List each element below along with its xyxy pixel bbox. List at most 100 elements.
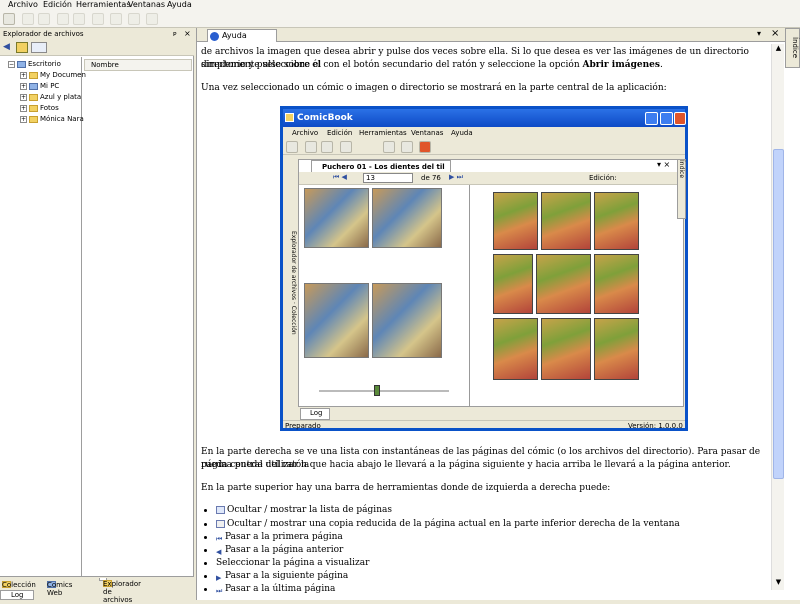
- file-list: Nombre: [84, 57, 194, 576]
- first-page-icon: ⏮: [216, 534, 223, 543]
- paragraph-line: directorio y pulse sobre él con el botón…: [201, 60, 663, 70]
- paragraph: En la parte superior hay una barra de he…: [201, 483, 611, 493]
- paste-icon[interactable]: [128, 13, 140, 25]
- delete-icon[interactable]: [146, 13, 158, 25]
- list-item: ▶ Pasar a la siguiente página: [204, 570, 756, 583]
- left-panel-tabs: Colección Comics Web Explorador de archi…: [0, 576, 194, 604]
- page-thumbnail: [304, 188, 369, 248]
- comic-panel: [536, 254, 591, 314]
- help-icon: [210, 32, 219, 41]
- menu-ventanas[interactable]: Ventanas: [128, 0, 165, 10]
- expand-icon[interactable]: +: [20, 115, 27, 123]
- open-icon: [305, 141, 317, 153]
- page-thumbnail: [372, 283, 442, 358]
- comic-panel: [493, 318, 538, 380]
- print-icon[interactable]: [57, 13, 69, 25]
- version-text: Versión: 1.0.0.0: [628, 422, 683, 430]
- maximize-icon: [660, 112, 673, 125]
- tree-node-monica-nara[interactable]: + Mónica Nara: [20, 114, 84, 124]
- comic-panel: [594, 318, 639, 380]
- comic-panel: [541, 318, 591, 380]
- dropdown-icon: ▾ ×: [657, 160, 671, 169]
- pin-icon[interactable]: ᴘ: [173, 30, 177, 38]
- list-item: ⏮ Pasar a la primera página: [204, 531, 756, 544]
- scrollbar[interactable]: ▲ ▼: [771, 44, 784, 590]
- expand-icon[interactable]: +: [20, 104, 27, 112]
- cut-icon: [383, 141, 395, 153]
- tree-node-azul-y-plata[interactable]: + Azul y plata: [20, 92, 81, 102]
- open-icon[interactable]: [22, 13, 34, 25]
- menu-item: Ayuda: [451, 129, 473, 137]
- embedded-toolbar: [283, 140, 685, 155]
- menu-archivo[interactable]: Archivo: [8, 0, 38, 10]
- next-page-icon: ▶: [216, 573, 222, 582]
- preview-icon[interactable]: [73, 13, 85, 25]
- status-bar: Preparado Versión: 1.0.0.0: [283, 420, 685, 431]
- new-icon: [286, 141, 298, 153]
- cut-icon[interactable]: [92, 13, 104, 25]
- window-title: ComicBook: [283, 109, 686, 127]
- app-icon: [285, 113, 294, 122]
- tab-ayuda[interactable]: Ayuda: [207, 29, 277, 42]
- tree-node-mi-pc[interactable]: + Mi PC: [20, 81, 59, 91]
- log-tab[interactable]: Log: [0, 590, 34, 600]
- close-icon[interactable]: ×: [771, 28, 779, 39]
- panel-title: Explorador de archivos: [0, 28, 194, 40]
- menu-bar: Archivo Edición Herramientas Ventanas Ay…: [0, 0, 800, 11]
- tree-node-escritorio[interactable]: − Escritorio: [8, 59, 61, 69]
- embedded-log-tab: Log: [300, 408, 330, 420]
- desktop-icon: [17, 60, 26, 68]
- new-icon[interactable]: [3, 13, 15, 25]
- save-icon: [321, 141, 333, 153]
- folder-icon: [29, 71, 38, 79]
- explorer-toolbar: ◀: [0, 40, 194, 56]
- comic-panel: [541, 192, 591, 250]
- minimize-icon: [645, 112, 658, 125]
- expand-icon[interactable]: +: [20, 71, 27, 79]
- view-menu-icon[interactable]: [31, 42, 47, 53]
- list-item: Ocultar / mostrar la lista de páginas: [204, 504, 756, 517]
- back-arrow-icon[interactable]: ◀: [3, 42, 10, 52]
- previous-page-icon: ◀: [216, 547, 222, 556]
- column-header-nombre[interactable]: Nombre: [84, 59, 192, 71]
- copy-icon[interactable]: [110, 13, 122, 25]
- document-toolbar: ⏮ ◀ 13 de 76 ▶ ⏭ Edición:: [299, 172, 683, 185]
- thumbnail-list: [304, 188, 454, 383]
- embedded-index-tab: Índice: [677, 159, 686, 219]
- close-icon[interactable]: ×: [184, 29, 191, 38]
- zoom-slider: [319, 390, 449, 392]
- menu-herramientas[interactable]: Herramientas: [76, 0, 131, 10]
- tree-node-fotos[interactable]: + Fotos: [20, 103, 59, 113]
- collapse-icon[interactable]: −: [8, 60, 15, 68]
- scroll-thumb[interactable]: [773, 149, 784, 479]
- paragraph-line: rueda central del ratón que hacia abajo …: [201, 460, 731, 470]
- folder-icon: [29, 115, 38, 123]
- status-text: Preparado: [285, 422, 321, 430]
- tree-node-my-documents[interactable]: + My Documen: [20, 70, 86, 80]
- embedded-side-tabs: Explorador de archivos · Colección: [283, 159, 297, 407]
- expand-icon[interactable]: +: [20, 82, 27, 90]
- help-tabbar: Ayuda ▾ ×: [197, 28, 800, 42]
- menu-edicion[interactable]: Edición: [43, 0, 72, 10]
- zoom-slider-handle: [374, 385, 380, 396]
- divider: [469, 185, 470, 407]
- print-icon: [340, 141, 352, 153]
- scroll-down-icon[interactable]: ▼: [773, 578, 784, 589]
- first-page-icon: ⏮ ◀: [333, 173, 347, 181]
- dropdown-icon[interactable]: ▾: [757, 29, 761, 38]
- page-thumbnail: [304, 283, 369, 358]
- menu-ayuda[interactable]: Ayuda: [167, 0, 192, 10]
- save-icon[interactable]: [38, 13, 50, 25]
- scroll-up-icon[interactable]: ▲: [773, 44, 784, 55]
- embedded-screenshot: ComicBook Archivo Edición Herramientas V…: [280, 106, 688, 431]
- expand-icon[interactable]: +: [20, 93, 27, 101]
- up-folder-icon[interactable]: [16, 42, 28, 53]
- list-item: Ocultar / mostrar una copia reducida de …: [204, 518, 756, 531]
- file-explorer-panel: Explorador de archivos ᴘ × ◀ − Escritorio…: [0, 28, 194, 576]
- tab-explorador[interactable]: Explorador de archivos: [99, 578, 141, 604]
- tab-indice[interactable]: Índice: [785, 28, 800, 68]
- folder-icon: [29, 93, 38, 101]
- comic-panel: [493, 254, 533, 314]
- page-input: 13: [363, 173, 413, 183]
- embedded-menu: Archivo Edición Herramientas Ventanas Ay…: [283, 127, 685, 140]
